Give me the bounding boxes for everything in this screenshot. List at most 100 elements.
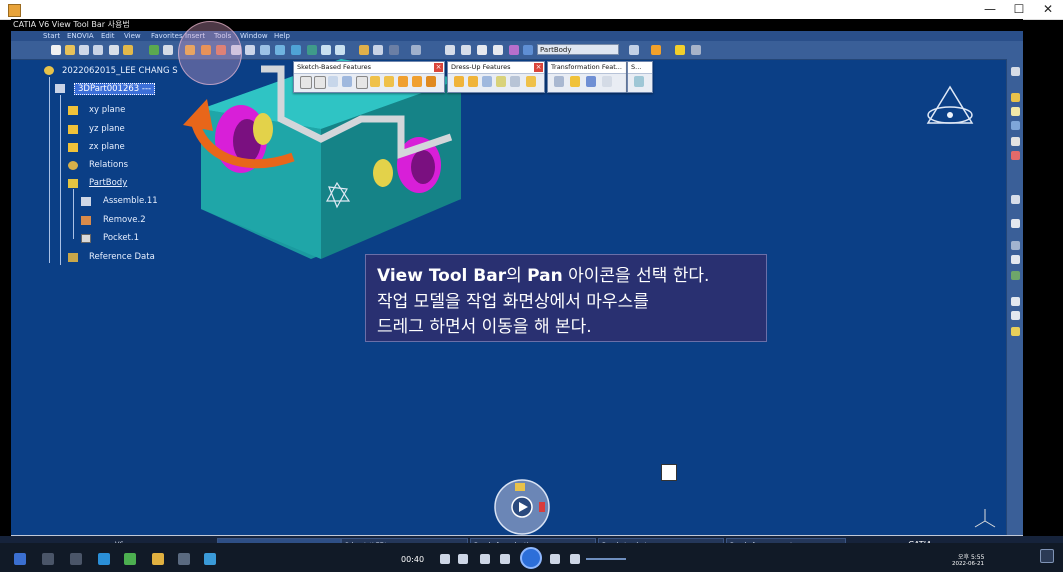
fillet-icon[interactable] (454, 76, 464, 87)
link-icon[interactable] (523, 45, 533, 55)
shell-icon[interactable] (496, 76, 506, 87)
measure-icon[interactable] (359, 45, 369, 55)
tree-item-remove[interactable]: Remove.2 (103, 215, 146, 225)
compass-widget[interactable] (923, 85, 977, 131)
menu-help[interactable]: Help (274, 31, 290, 41)
robot-navigator[interactable] (493, 478, 551, 536)
new-icon[interactable] (51, 45, 61, 55)
scaling-icon[interactable] (602, 76, 612, 87)
menu-edit[interactable]: Edit (101, 31, 115, 41)
grid-icon[interactable] (493, 45, 503, 55)
plane-tool-icon[interactable] (1011, 121, 1020, 130)
remove-loft-icon[interactable] (426, 76, 436, 87)
draft-analysis-icon[interactable] (691, 45, 701, 55)
zoom-out-icon[interactable] (245, 45, 255, 55)
stop-icon[interactable] (480, 554, 490, 564)
repeat-icon[interactable] (458, 554, 468, 564)
notification-icon[interactable] (1040, 549, 1054, 563)
reference-icon[interactable] (1011, 107, 1020, 116)
line-icon[interactable] (1011, 151, 1020, 160)
chrome-icon[interactable] (124, 553, 136, 565)
constraint-icon[interactable] (509, 45, 519, 55)
split-icon[interactable] (634, 76, 644, 87)
close-icon[interactable]: × (434, 63, 443, 72)
menu-start[interactable]: Start (43, 31, 60, 41)
tree-item-partbody[interactable]: PartBody (89, 178, 127, 188)
task-view-icon[interactable] (70, 553, 82, 565)
open-icon[interactable] (65, 45, 75, 55)
normal-view-icon[interactable] (260, 45, 270, 55)
print-icon[interactable] (93, 45, 103, 55)
annotation-icon[interactable] (1011, 195, 1020, 204)
iso-view-icon[interactable] (291, 45, 301, 55)
loft-icon[interactable] (412, 76, 422, 87)
sketch-icon[interactable] (445, 45, 455, 55)
define-in-work-object-icon[interactable] (629, 45, 639, 55)
edge-icon[interactable] (98, 553, 110, 565)
shading-icon[interactable] (307, 45, 317, 55)
tree-item-assemble[interactable]: Assemble.11 (103, 196, 158, 206)
axis-icon[interactable] (461, 45, 471, 55)
cut-icon[interactable] (109, 45, 119, 55)
search-icon[interactable] (42, 553, 54, 565)
tree-item-relations[interactable]: Relations (89, 160, 128, 170)
tree-item-reference-data[interactable]: Reference Data (89, 252, 155, 262)
curve-icon[interactable] (1011, 241, 1020, 250)
material-icon[interactable] (651, 45, 661, 55)
pencil-icon[interactable] (1011, 327, 1020, 336)
tree-item-zx-plane[interactable]: zx plane (89, 142, 125, 152)
multi-view-icon[interactable] (275, 45, 285, 55)
next-icon[interactable] (550, 554, 560, 564)
thread-icon[interactable] (526, 76, 536, 87)
tree-item-yz-plane[interactable]: yz plane (89, 124, 125, 134)
thickness-icon[interactable] (510, 76, 520, 87)
pad-icon[interactable] (300, 76, 312, 89)
menu-enovia[interactable]: ENOVIA (67, 31, 94, 41)
undo-icon[interactable] (123, 45, 133, 55)
close-icon[interactable]: × (534, 63, 543, 72)
pocket-icon[interactable] (314, 76, 326, 89)
tree-part-label[interactable]: 3DPart001263 --- (74, 83, 156, 95)
rib-icon[interactable] (370, 76, 380, 87)
store-icon[interactable] (178, 553, 190, 565)
maximize-button[interactable]: ☐ (1004, 0, 1034, 19)
shaft-icon[interactable] (328, 76, 338, 87)
apply-material-icon[interactable] (389, 45, 399, 55)
start-icon[interactable] (14, 553, 26, 565)
app-icon[interactable] (204, 553, 216, 565)
draft-icon[interactable] (482, 76, 492, 87)
pattern-icon[interactable] (586, 76, 596, 87)
update-icon[interactable] (149, 45, 159, 55)
play-button[interactable] (520, 547, 542, 569)
menu-window[interactable]: Window (240, 31, 268, 41)
save-icon[interactable] (79, 45, 89, 55)
settings-icon[interactable] (1011, 67, 1020, 76)
volume-icon[interactable] (570, 554, 580, 564)
help-icon[interactable] (163, 45, 173, 55)
tree-root-label[interactable]: 2022062015_LEE CHANG S (62, 66, 178, 76)
swap-space-icon[interactable] (335, 45, 345, 55)
volume-slider[interactable] (586, 558, 626, 560)
analysis-icon[interactable] (675, 45, 685, 55)
dot-icon[interactable] (1011, 297, 1020, 306)
close-button[interactable]: ✕ (1033, 0, 1063, 19)
point-icon[interactable] (1011, 137, 1020, 146)
axis-line-icon[interactable] (1011, 311, 1020, 320)
surface-icon[interactable] (1011, 271, 1020, 280)
explorer-icon[interactable] (152, 553, 164, 565)
stiffener-icon[interactable] (398, 76, 408, 87)
catalog-icon[interactable] (373, 45, 383, 55)
partbody-select[interactable]: PartBody (537, 44, 619, 55)
previous-icon[interactable] (500, 554, 510, 564)
groove-icon[interactable] (342, 76, 352, 87)
tree-item-xy-plane[interactable]: xy plane (89, 105, 125, 115)
mirror-icon[interactable] (570, 76, 580, 87)
hole-icon[interactable] (356, 76, 368, 89)
draft-icon[interactable] (1011, 219, 1020, 228)
menu-favorites[interactable]: Favorites (151, 31, 183, 41)
tools-icon[interactable] (411, 45, 421, 55)
menu-view[interactable]: View (124, 31, 141, 41)
tree-item-pocket[interactable]: Pocket.1 (103, 233, 139, 243)
shuffle-icon[interactable] (440, 554, 450, 564)
publication-icon[interactable] (477, 45, 487, 55)
